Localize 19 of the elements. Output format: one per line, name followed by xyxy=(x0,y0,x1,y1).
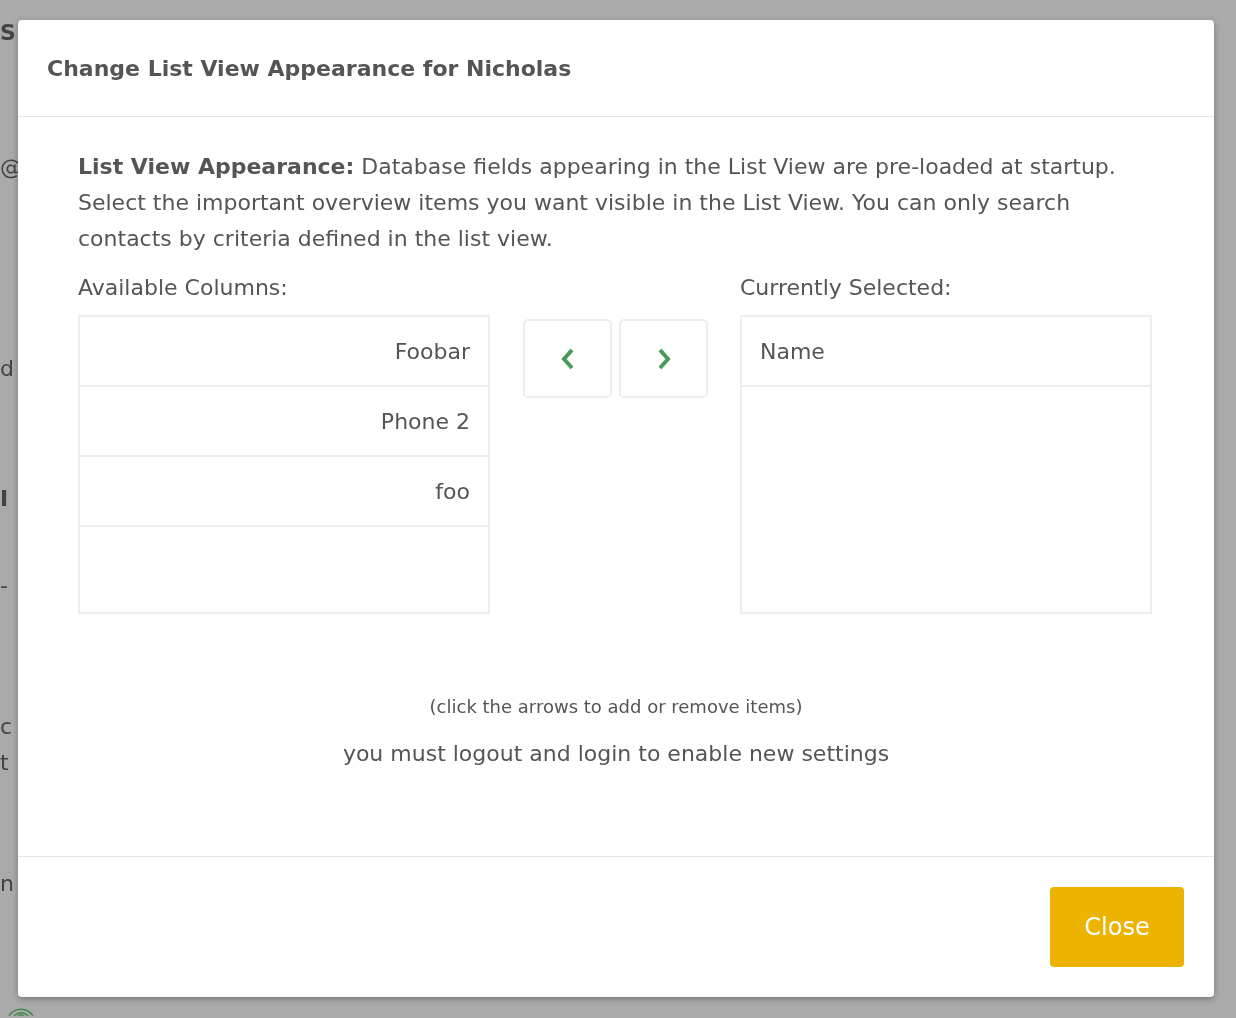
list-item[interactable]: Foobar xyxy=(80,317,488,387)
background-text: S xyxy=(0,20,16,45)
background-text: I xyxy=(0,486,9,511)
background-text: c xyxy=(0,714,13,739)
background-text: n xyxy=(0,871,14,896)
background-text: - xyxy=(0,573,8,598)
list-label: Currently Selected: xyxy=(740,275,953,302)
list-item[interactable]: foo xyxy=(80,457,488,527)
dialog-title: Change List View Appearance for Nicholas xyxy=(47,55,572,81)
list-item[interactable]: Phone 2 xyxy=(80,387,488,457)
list-label: Available Columns: xyxy=(78,275,289,302)
hint-text: (click the arrows to add or remove items) xyxy=(428,696,804,717)
background-text: t xyxy=(0,750,9,775)
move-right-button[interactable] xyxy=(619,319,708,398)
move-left-button[interactable] xyxy=(523,319,612,398)
intro-paragraph: List View Appearance: Database fields appearing in the List View are pre-loaded at startup. Select the important overview items you want visible in the List View. You can only search contacts by criteria defined in the list view. xyxy=(78,153,1117,253)
note-text: you must logout and login to enable new settings xyxy=(341,741,891,766)
background-text: d xyxy=(0,356,14,381)
list-item[interactable]: Name xyxy=(742,317,1150,387)
